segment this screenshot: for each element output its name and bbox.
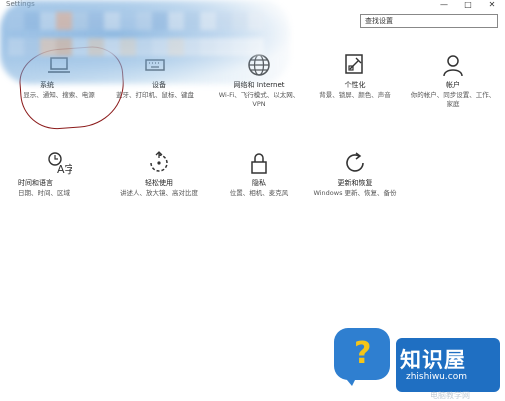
tile-personalization[interactable]: 个性化 背景、锁屏、颜色、声音 (310, 52, 400, 100)
watermark-url: zhishiwu.com (406, 372, 467, 382)
tile-ease-of-access-name: 轻松使用 (145, 179, 173, 187)
close-button[interactable]: ✕ (485, 0, 499, 10)
tile-time-language-desc: 日期、时间、区域 (18, 189, 70, 197)
tile-privacy-desc: 位置、相机、麦克风 (229, 189, 289, 197)
watermark-bubble-tail (342, 374, 358, 386)
tile-personalization-name: 个性化 (344, 81, 366, 89)
tile-update-recovery[interactable]: 更新和恢复 Windows 更新、恢复、备份 (310, 150, 400, 198)
tile-accounts[interactable]: 帐户 你的帐户、同步设置、工作、家庭 (408, 52, 498, 109)
tile-privacy[interactable]: 隐私 位置、相机、麦克风 (214, 150, 304, 198)
lock-icon (251, 153, 267, 174)
tile-devices-desc: 蓝牙、打印机、鼠标、键盘 (116, 91, 194, 99)
personalization-icon (345, 54, 363, 74)
update-icon (346, 152, 364, 172)
tile-privacy-name: 隐私 (252, 179, 266, 187)
tile-time-language-name: 时间和语言 (18, 179, 53, 187)
maximize-button[interactable]: □ (461, 0, 475, 10)
tile-accounts-name: 帐户 (446, 81, 460, 89)
tile-personalization-desc: 背景、锁屏、颜色、声音 (319, 91, 391, 99)
svg-text:A字: A字 (57, 162, 72, 176)
question-mark-icon: ? (354, 336, 372, 371)
search-input[interactable]: 查找设置 (360, 14, 498, 28)
tile-ease-of-access[interactable]: 轻松使用 讲述人、放大镜、高对比度 (114, 150, 204, 198)
watermark-title: 知识屋 (400, 348, 466, 372)
user-icon (443, 55, 463, 77)
tile-accounts-desc: 你的帐户、同步设置、工作、家庭 (410, 91, 496, 108)
minimize-button[interactable]: — (437, 0, 451, 10)
tile-update-recovery-desc: Windows 更新、恢复、备份 (313, 189, 397, 197)
tile-time-language[interactable]: A字 时间和语言 日期、时间、区域 (14, 150, 104, 198)
window-controls: — □ ✕ (437, 0, 499, 10)
search-placeholder: 查找设置 (365, 17, 393, 25)
time-language-icon: A字 (48, 152, 72, 176)
tile-update-recovery-name: 更新和恢复 (337, 179, 373, 187)
blurred-pixel-blocks (8, 12, 264, 64)
tile-network-desc: Wi-Fi、飞行模式、以太网、VPN (218, 91, 300, 108)
watermark-logo: ? 知识屋 zhishiwu.com 电脑教学网 (330, 318, 505, 400)
ease-of-access-icon (150, 151, 168, 172)
tile-ease-of-access-desc: 讲述人、放大镜、高对比度 (120, 189, 198, 197)
watermark-bottom-text: 电脑教学网 (430, 391, 470, 400)
